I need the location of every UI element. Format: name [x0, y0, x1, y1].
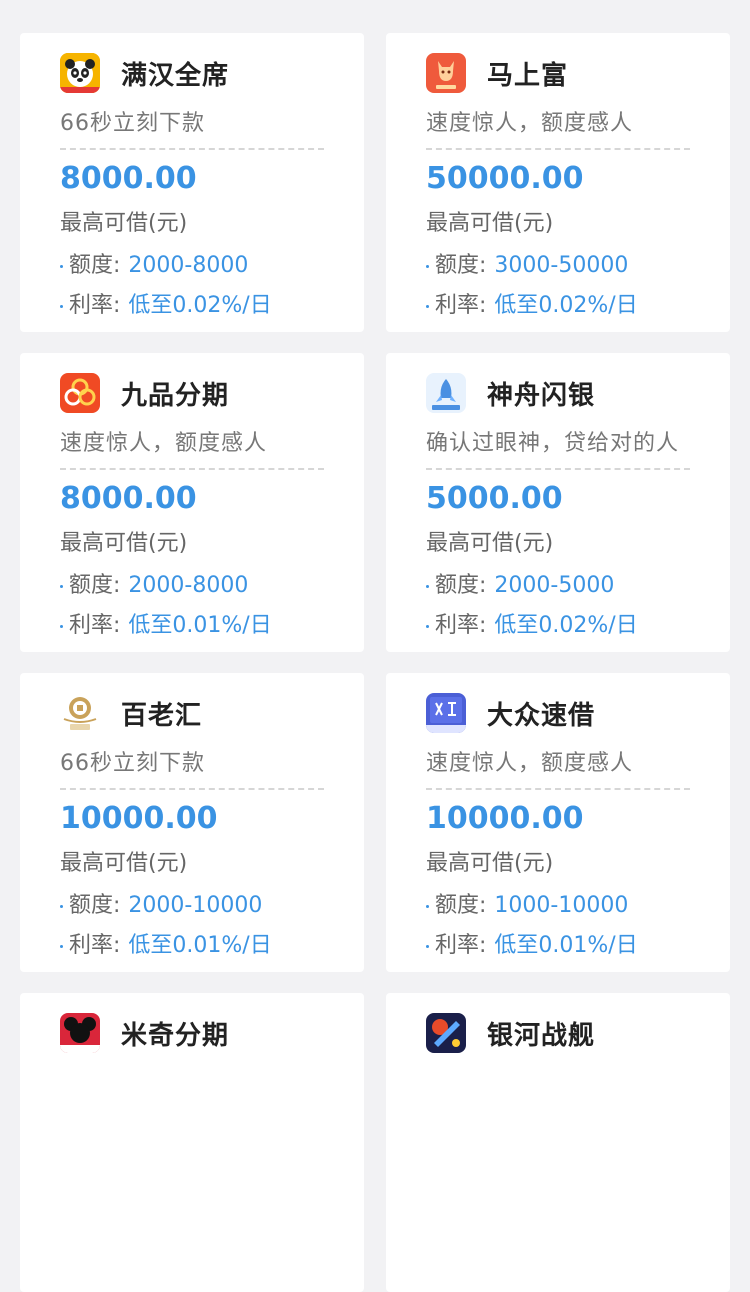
limit-row: 额度: 1000-10000 [426, 887, 628, 919]
divider [426, 468, 690, 470]
max-amount-label: 最高可借(元) [60, 531, 188, 556]
product-name: 百老汇 [121, 700, 203, 731]
limit-row: 额度: 3000-50000 [426, 247, 628, 279]
rate-value: 低至0.01%/日 [128, 613, 272, 638]
limit-value: 1000-10000 [494, 893, 629, 918]
product-slogan: 速度惊人，额度感人 [60, 431, 268, 456]
mickey-logo-icon [60, 1013, 100, 1053]
loan-card[interactable]: 神舟闪银 确认过眼神，贷给对的人 5000.00 最高可借(元) 额度: 2000… [386, 353, 730, 652]
divider [426, 148, 690, 150]
divider [60, 148, 324, 150]
max-amount-label: 最高可借(元) [426, 211, 554, 236]
max-amount-label: 最高可借(元) [60, 211, 188, 236]
limit-row: 额度: 2000-10000 [60, 887, 262, 919]
rocket-logo-icon [426, 373, 466, 413]
max-amount: 8000.00 [60, 481, 197, 516]
divider [60, 468, 324, 470]
battleship-logo-icon [426, 1013, 466, 1053]
panda-logo-icon [60, 53, 100, 93]
product-name: 米奇分期 [121, 1020, 230, 1051]
loan-card[interactable]: 满汉全席 66秒立刻下款 8000.00 最高可借(元) 额度: 2000-800… [20, 33, 364, 332]
limit-row: 额度: 2000-5000 [426, 567, 614, 599]
loan-card[interactable]: 银河战舰 [386, 993, 730, 1292]
limit-value: 2000-10000 [128, 893, 263, 918]
limit-value: 2000-5000 [494, 573, 615, 598]
max-amount-label: 最高可借(元) [426, 851, 554, 876]
jiupin-logo-icon [60, 373, 100, 413]
horse-logo-icon [426, 53, 466, 93]
loan-card[interactable]: 马上富 速度惊人，额度感人 50000.00 最高可借(元) 额度: 3000-5… [386, 33, 730, 332]
rate-value: 低至0.02%/日 [494, 293, 638, 318]
limit-value: 2000-8000 [128, 573, 249, 598]
limit-value: 3000-50000 [494, 253, 629, 278]
rate-row: 利率: 低至0.02%/日 [426, 607, 638, 639]
max-amount: 5000.00 [426, 481, 563, 516]
rate-value: 低至0.02%/日 [128, 293, 272, 318]
loan-card[interactable]: 百老汇 66秒立刻下款 10000.00 最高可借(元) 额度: 2000-100… [20, 673, 364, 972]
max-amount: 50000.00 [426, 161, 584, 196]
product-name: 银河战舰 [487, 1020, 596, 1051]
limit-value: 2000-8000 [128, 253, 249, 278]
max-amount: 10000.00 [60, 801, 218, 836]
product-slogan: 速度惊人，额度感人 [426, 751, 634, 776]
limit-row: 额度: 2000-8000 [60, 567, 248, 599]
rate-value: 低至0.02%/日 [494, 613, 638, 638]
limit-row: 额度: 2000-8000 [60, 247, 248, 279]
product-name: 神舟闪银 [487, 380, 596, 411]
rate-row: 利率: 低至0.02%/日 [60, 287, 272, 319]
rate-row: 利率: 低至0.01%/日 [426, 927, 638, 959]
rate-row: 利率: 低至0.02%/日 [426, 287, 638, 319]
max-amount: 8000.00 [60, 161, 197, 196]
rate-row: 利率: 低至0.01%/日 [60, 607, 272, 639]
product-slogan: 速度惊人，额度感人 [426, 111, 634, 136]
rate-row: 利率: 低至0.01%/日 [60, 927, 272, 959]
product-name: 满汉全席 [121, 60, 230, 91]
product-name: 九品分期 [121, 380, 230, 411]
product-name: 大众速借 [487, 700, 596, 731]
product-name: 马上富 [487, 60, 569, 91]
max-amount: 10000.00 [426, 801, 584, 836]
loan-card[interactable]: 大众速借 速度惊人，额度感人 10000.00 最高可借(元) 额度: 1000-… [386, 673, 730, 972]
coin-logo-icon [60, 693, 100, 733]
product-slogan: 66秒立刻下款 [60, 111, 205, 136]
rate-value: 低至0.01%/日 [494, 933, 638, 958]
product-slogan: 确认过眼神，贷给对的人 [426, 431, 680, 456]
divider [60, 788, 324, 790]
divider [426, 788, 690, 790]
rate-value: 低至0.01%/日 [128, 933, 272, 958]
max-amount-label: 最高可借(元) [60, 851, 188, 876]
dazhong-logo-icon [426, 693, 466, 733]
loan-card[interactable]: 米奇分期 [20, 993, 364, 1292]
loan-card[interactable]: 九品分期 速度惊人，额度感人 8000.00 最高可借(元) 额度: 2000-8… [20, 353, 364, 652]
product-slogan: 66秒立刻下款 [60, 751, 205, 776]
max-amount-label: 最高可借(元) [426, 531, 554, 556]
